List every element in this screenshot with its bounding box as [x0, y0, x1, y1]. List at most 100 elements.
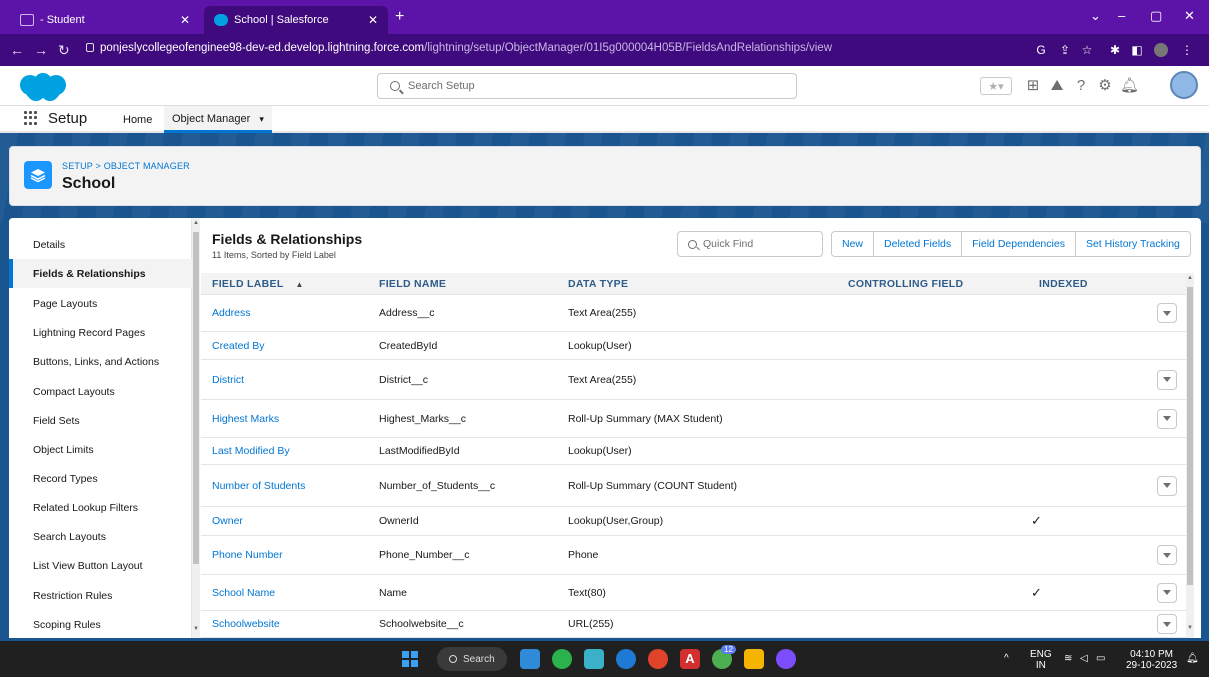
row-actions-dropdown-button[interactable] [1157, 303, 1177, 323]
notifications-bell-icon[interactable]: 🔔︎ [1186, 653, 1199, 664]
tray-chevron-up-icon[interactable]: ^ [1004, 653, 1009, 664]
field-label-link[interactable]: Last Modified By [212, 445, 290, 457]
share-icon[interactable]: ⇪ [1058, 43, 1072, 57]
wifi-icon[interactable]: ≋ [1064, 653, 1072, 664]
col-field-name[interactable]: FIELD NAME [379, 278, 446, 290]
reload-icon[interactable]: ↻ [58, 42, 70, 59]
salesforce-logo-icon[interactable] [14, 72, 72, 102]
back-icon[interactable]: ← [10, 42, 24, 58]
scroll-up-icon[interactable]: ▲ [193, 220, 199, 226]
table-scrollbar-thumb[interactable] [1187, 287, 1193, 585]
clock[interactable]: 04:10 PM 29-10-2023 [1126, 649, 1177, 671]
row-actions-dropdown-button[interactable] [1157, 475, 1177, 496]
quick-find-input[interactable]: Quick Find [677, 231, 823, 257]
sidebar-item-restriction-rules[interactable]: Restriction Rules [9, 581, 192, 610]
bookmark-star-icon[interactable]: ☆ [1080, 43, 1094, 57]
close-window-icon[interactable]: ✕ [1184, 8, 1195, 24]
sidebar-item-page-layouts[interactable]: Page Layouts [9, 289, 192, 318]
sidebar-icon[interactable]: ◧ [1130, 43, 1144, 57]
extensions-icon[interactable]: ✱ [1108, 43, 1122, 57]
forward-icon[interactable]: → [34, 42, 48, 58]
profile-icon[interactable] [1154, 43, 1168, 57]
tab-search-chevron-icon[interactable]: ⌄ [1090, 8, 1101, 24]
close-tab-icon[interactable]: ✕ [180, 13, 190, 27]
sidebar-item-buttons-links-actions[interactable]: Buttons, Links, and Actions [9, 347, 192, 376]
field-label-link[interactable]: Address [212, 307, 251, 319]
field-label-link[interactable]: School Name [212, 587, 275, 599]
notifications-bell-icon[interactable]: 🔔︎ [1120, 77, 1139, 95]
nav-object-manager[interactable]: Object Manager ▾ [164, 106, 272, 133]
col-data-type[interactable]: DATA TYPE [568, 278, 628, 290]
sidebar-scrollbar[interactable]: ▲ ▼ [192, 218, 200, 638]
table-scrollbar[interactable]: ▲ ▼ [1186, 273, 1194, 638]
app-nvidia-icon[interactable] [552, 649, 572, 669]
field-label-link[interactable]: Number of Students [212, 480, 305, 492]
battery-icon[interactable]: ▭ [1096, 653, 1105, 664]
app-colorful-icon[interactable] [584, 649, 604, 669]
volume-icon[interactable]: ◁ [1080, 653, 1088, 664]
sidebar-item-list-view-button-layout[interactable]: List View Button Layout [9, 551, 192, 580]
sidebar-item-fields-relationships[interactable]: Fields & Relationships [9, 259, 192, 288]
trailhead-icon[interactable]: ⛰ [1048, 77, 1066, 95]
deleted-fields-button[interactable]: Deleted Fields [874, 232, 963, 256]
col-controlling-field[interactable]: CONTROLLING FIELD [848, 278, 963, 290]
sidebar-item-search-layouts[interactable]: Search Layouts [9, 522, 192, 551]
scroll-down-icon[interactable]: ▼ [1187, 625, 1193, 631]
scroll-up-icon[interactable]: ▲ [1187, 275, 1193, 281]
minimize-icon[interactable]: – [1118, 8, 1125, 23]
field-dependencies-button[interactable]: Field Dependencies [962, 232, 1076, 256]
browser-tab-school[interactable]: School | Salesforce ✕ [204, 6, 388, 34]
app-people-icon[interactable] [520, 649, 540, 669]
user-avatar[interactable] [1170, 71, 1198, 99]
nav-home[interactable]: Home [123, 114, 152, 126]
row-actions-dropdown-button[interactable] [1157, 545, 1177, 565]
chevron-down-icon[interactable]: ▾ [259, 114, 264, 124]
gear-icon[interactable]: ⚙ [1096, 77, 1114, 95]
new-tab-icon[interactable]: + [395, 8, 404, 26]
field-label-link[interactable]: Phone Number [212, 549, 283, 561]
url-field[interactable]: ponjeslycollegeofenginee98-dev-ed.develo… [86, 42, 832, 54]
col-indexed[interactable]: INDEXED [1039, 278, 1088, 290]
sidebar-item-related-lookup-filters[interactable]: Related Lookup Filters [9, 493, 192, 522]
row-actions-dropdown-button[interactable] [1157, 408, 1177, 429]
row-actions-dropdown-button[interactable] [1157, 614, 1177, 634]
acrobat-icon[interactable]: A [680, 649, 700, 669]
help-icon[interactable]: ? [1072, 77, 1090, 95]
app-launcher-icon[interactable] [24, 111, 38, 125]
field-label-link[interactable]: Owner [212, 515, 243, 527]
sidebar-scrollbar-thumb[interactable] [193, 232, 199, 564]
close-tab-icon[interactable]: ✕ [368, 13, 378, 27]
sidebar-item-record-types[interactable]: Record Types [9, 464, 192, 493]
windows-start-icon[interactable] [402, 651, 418, 667]
scroll-down-icon[interactable]: ▼ [193, 626, 199, 632]
favorites-star-icon[interactable]: ★▾ [980, 77, 1012, 95]
sidebar-item-compact-layouts[interactable]: Compact Layouts [9, 377, 192, 406]
edge-browser-icon[interactable] [616, 649, 636, 669]
col-field-label[interactable]: FIELD LABEL ▲ [212, 278, 304, 290]
field-label-link[interactable]: Created By [212, 340, 265, 352]
row-actions-dropdown-button[interactable] [1157, 582, 1177, 603]
sidebar-item-scoping-rules[interactable]: Scoping Rules [9, 610, 192, 638]
new-button[interactable]: New [832, 232, 875, 256]
sidebar-item-lightning-record-pages[interactable]: Lightning Record Pages [9, 318, 192, 347]
taskbar-search[interactable]: Search [437, 647, 507, 671]
language-indicator[interactable]: ENG IN [1030, 649, 1052, 671]
sidebar-item-field-sets[interactable]: Field Sets [9, 406, 192, 435]
browser-tab-student[interactable]: - Student ✕ [10, 6, 200, 34]
sidebar-item-object-limits[interactable]: Object Limits [9, 435, 192, 464]
browser-menu-icon[interactable]: ⋮ [1180, 43, 1194, 57]
file-explorer-icon[interactable] [744, 649, 764, 669]
field-label-link[interactable]: Schoolwebsite [212, 618, 280, 630]
restore-icon[interactable]: ▢ [1150, 8, 1162, 24]
row-actions-dropdown-button[interactable] [1157, 369, 1177, 390]
app-multicolor-icon[interactable] [776, 649, 796, 669]
setup-search-input[interactable]: Search Setup [377, 73, 797, 99]
field-label-link[interactable]: Highest Marks [212, 413, 279, 425]
set-history-tracking-button[interactable]: Set History Tracking [1075, 232, 1190, 256]
field-label-link[interactable]: District [212, 374, 244, 386]
sidebar-item-details[interactable]: Details [9, 230, 192, 259]
global-actions-icon[interactable]: ⊞ [1024, 77, 1042, 95]
chrome-browser-icon[interactable] [648, 649, 668, 669]
breadcrumb[interactable]: SETUP > OBJECT MANAGER [62, 161, 190, 171]
whatsapp-icon[interactable]: 12 [712, 645, 736, 669]
